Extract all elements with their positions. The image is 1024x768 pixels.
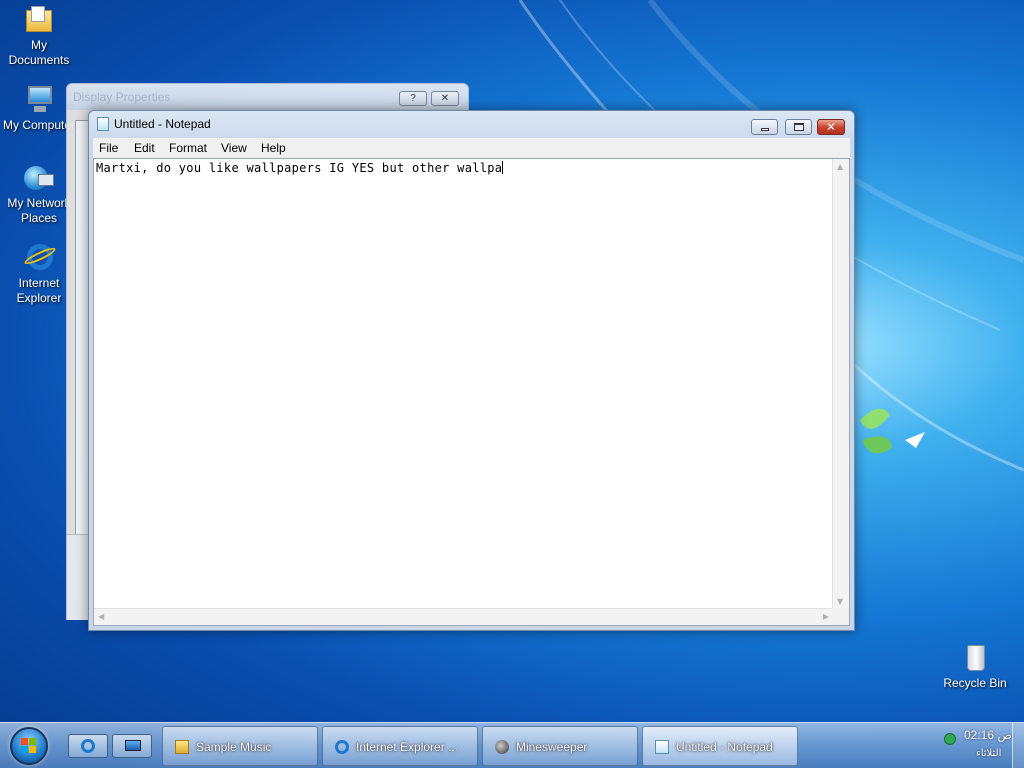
close-icon: ✕ bbox=[826, 120, 837, 134]
show-desktop-icon bbox=[125, 740, 141, 751]
computer-icon bbox=[22, 84, 56, 116]
internet-explorer-icon bbox=[335, 740, 349, 754]
desktop-icon-my-documents[interactable]: My Documents bbox=[0, 4, 78, 68]
menu-file[interactable]: File bbox=[99, 141, 118, 155]
windows-logo-icon bbox=[21, 738, 37, 754]
menu-bar: File Edit Format View Help bbox=[93, 138, 850, 158]
quick-launch-show-desktop[interactable] bbox=[112, 734, 152, 758]
show-desktop-button[interactable] bbox=[1012, 723, 1024, 768]
taskbar: Sample Music Internet Explorer ... Mines… bbox=[0, 722, 1024, 768]
editor-content: Martxi, do you like wallpapers IG YES bu… bbox=[96, 161, 503, 175]
recycle-bin-icon bbox=[958, 642, 992, 674]
menu-edit[interactable]: Edit bbox=[134, 141, 155, 155]
internet-explorer-icon bbox=[22, 242, 58, 274]
horizontal-scrollbar[interactable]: ◀ ▶ bbox=[94, 608, 833, 625]
internet-explorer-icon bbox=[81, 739, 95, 753]
notepad-icon bbox=[97, 117, 109, 131]
help-button[interactable]: ? bbox=[399, 91, 427, 106]
vertical-scrollbar[interactable]: ▲ ▼ bbox=[832, 159, 849, 609]
folder-icon bbox=[175, 740, 189, 754]
taskbar-item-label: Sample Music bbox=[196, 740, 272, 754]
clock-day: الثلاثاء bbox=[976, 748, 1002, 759]
editor-text[interactable]: Martxi, do you like wallpapers IG YES bu… bbox=[96, 161, 504, 175]
notepad-titlebar[interactable]: Untitled - Notepad ✕ bbox=[89, 111, 854, 137]
network-places-icon bbox=[22, 162, 56, 194]
text-editor-area[interactable]: Martxi, do you like wallpapers IG YES bu… bbox=[93, 158, 850, 626]
window-title: Untitled - Notepad bbox=[114, 117, 211, 131]
menu-help[interactable]: Help bbox=[261, 141, 286, 155]
minimize-button[interactable] bbox=[751, 119, 778, 135]
menu-view[interactable]: View bbox=[221, 141, 247, 155]
quick-launch-internet-explorer[interactable] bbox=[68, 734, 108, 758]
minesweeper-icon bbox=[495, 740, 509, 754]
notepad-icon bbox=[655, 740, 669, 754]
scroll-up-icon[interactable]: ▲ bbox=[837, 162, 843, 171]
folder-documents-icon bbox=[22, 4, 56, 36]
security-shield-icon[interactable] bbox=[942, 731, 958, 747]
desktop-icon-label: Recycle Bin bbox=[943, 676, 1007, 690]
taskbar-item-label: Internet Explorer ... bbox=[356, 740, 459, 754]
size-grip[interactable] bbox=[832, 608, 849, 625]
notepad-window[interactable]: Untitled - Notepad ✕ File Edit Format Vi… bbox=[88, 110, 855, 631]
clock-time[interactable]: 02:16 ص bbox=[964, 728, 1012, 742]
taskbar-item-minesweeper[interactable]: Minesweeper bbox=[482, 726, 638, 766]
text-caret bbox=[502, 161, 504, 174]
taskbar-item-sample-music[interactable]: Sample Music bbox=[162, 726, 318, 766]
scroll-right-icon[interactable]: ▶ bbox=[823, 612, 829, 621]
minimize-icon bbox=[761, 128, 769, 131]
maximize-icon bbox=[794, 123, 804, 131]
desktop-icon-recycle-bin[interactable]: Recycle Bin bbox=[936, 642, 1014, 691]
taskbar-item-internet-explorer[interactable]: Internet Explorer ... bbox=[322, 726, 478, 766]
start-button[interactable] bbox=[10, 727, 48, 765]
close-button[interactable]: ✕ bbox=[431, 91, 459, 106]
scroll-left-icon[interactable]: ◀ bbox=[98, 612, 104, 621]
desktop-icon-label: My Documents bbox=[8, 38, 70, 67]
maximize-button[interactable] bbox=[785, 119, 812, 135]
menu-format[interactable]: Format bbox=[169, 141, 207, 155]
taskbar-item-label: Minesweeper bbox=[516, 740, 588, 754]
taskbar-item-label: Untitled - Notepad bbox=[676, 740, 773, 754]
taskbar-item-notepad[interactable]: Untitled - Notepad bbox=[642, 726, 798, 766]
close-button[interactable]: ✕ bbox=[817, 119, 845, 135]
scroll-down-icon[interactable]: ▼ bbox=[837, 597, 843, 606]
